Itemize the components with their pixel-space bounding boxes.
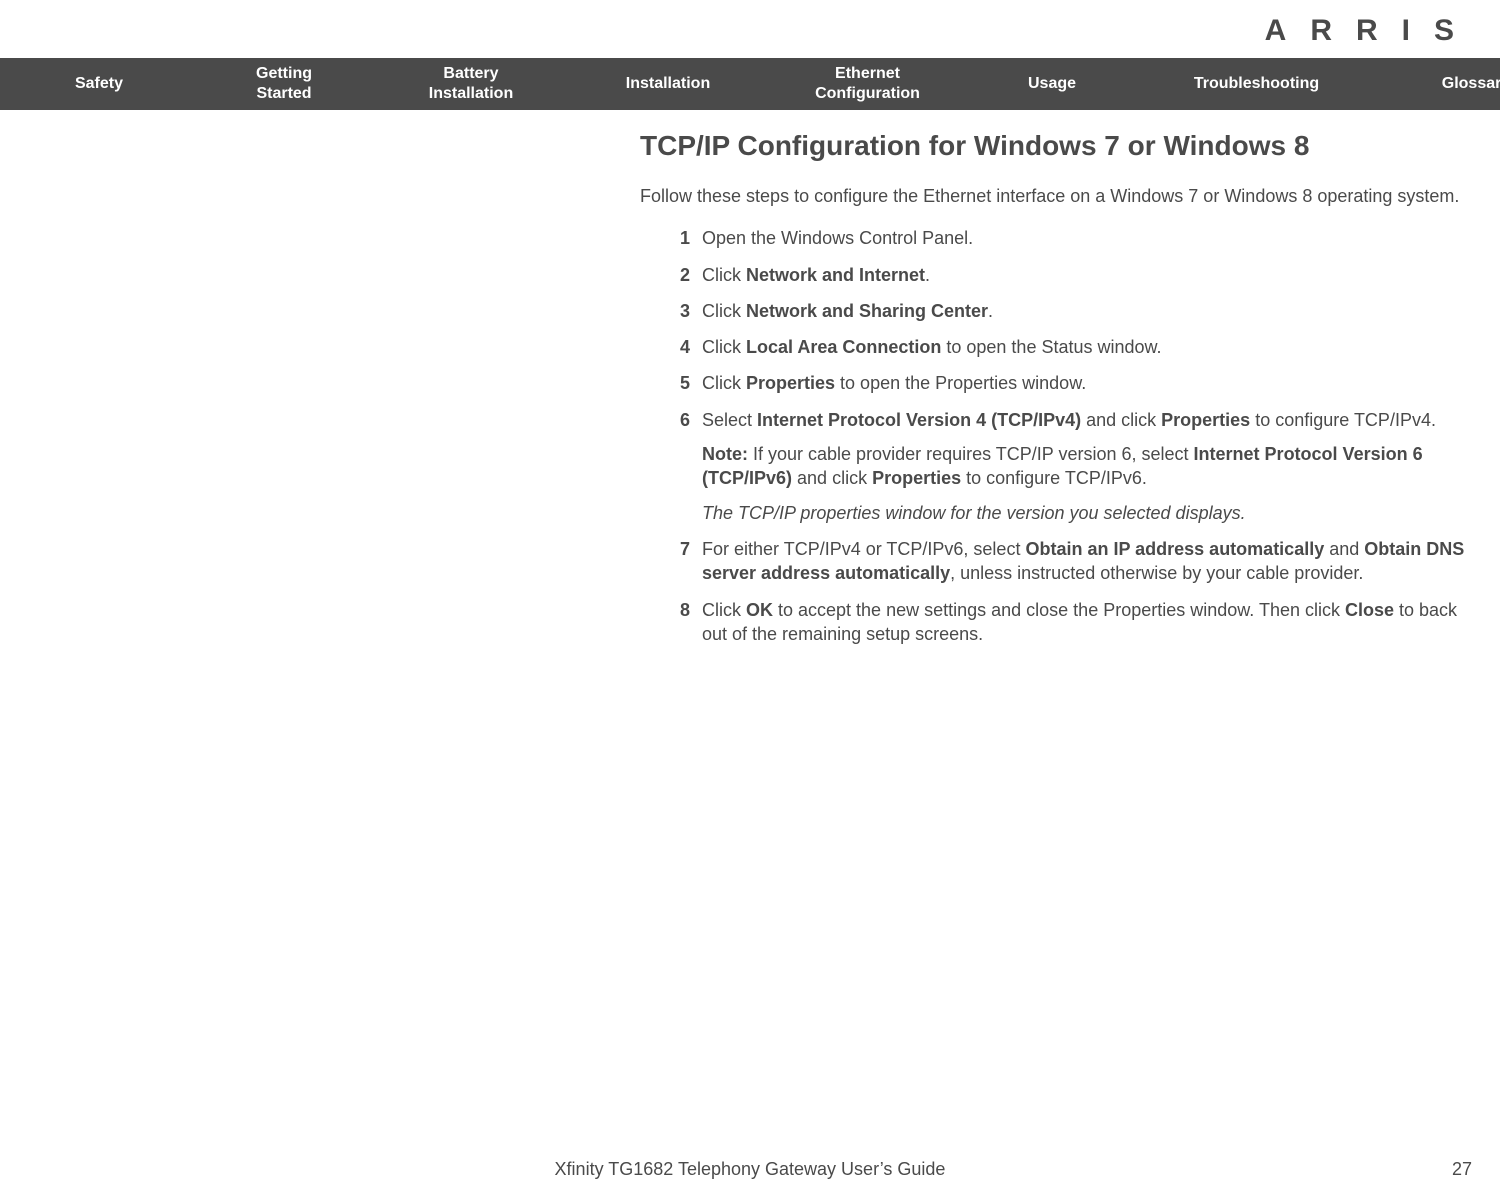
- page-heading: TCP/IP Configuration for Windows 7 or Wi…: [640, 130, 1475, 162]
- nav-ethernet-configuration[interactable]: Ethernet Configuration: [764, 64, 971, 104]
- step-5: Click Properties to open the Properties …: [640, 371, 1475, 395]
- nav-getting-started[interactable]: Getting Started: [198, 64, 370, 104]
- nav-safety[interactable]: Safety: [0, 74, 198, 94]
- step-3-bold-1: Network and Sharing Center: [746, 301, 988, 321]
- page-content: TCP/IP Configuration for Windows 7 or Wi…: [640, 130, 1475, 658]
- step-6-note-bold-2: Properties: [872, 468, 961, 488]
- step-8-bold-2: Close: [1345, 600, 1394, 620]
- top-nav: Safety Getting Started Battery Installat…: [0, 58, 1500, 110]
- step-6-result: The TCP/IP properties window for the ver…: [702, 501, 1475, 525]
- step-6-post: to configure TCP/IPv4.: [1250, 410, 1436, 430]
- step-2-post: .: [925, 265, 930, 285]
- step-6-note-mid: and click: [792, 468, 872, 488]
- step-3-post: .: [988, 301, 993, 321]
- footer-page-number: 27: [1452, 1159, 1472, 1180]
- step-7-mid: and: [1324, 539, 1364, 559]
- nav-usage[interactable]: Usage: [971, 74, 1133, 94]
- page-footer: Xfinity TG1682 Telephony Gateway User’s …: [0, 1159, 1500, 1187]
- step-5-post: to open the Properties window.: [835, 373, 1086, 393]
- step-4-post: to open the Status window.: [941, 337, 1161, 357]
- footer-doc-title: Xfinity TG1682 Telephony Gateway User’s …: [555, 1159, 946, 1180]
- step-7-pre: For either TCP/IPv4 or TCP/IPv6, select: [702, 539, 1025, 559]
- step-6: Select Internet Protocol Version 4 (TCP/…: [640, 408, 1475, 525]
- step-1-text: Open the Windows Control Panel.: [702, 228, 973, 248]
- step-8: Click OK to accept the new settings and …: [640, 598, 1475, 647]
- intro-paragraph: Follow these steps to configure the Ethe…: [640, 184, 1475, 208]
- step-2-bold-1: Network and Internet: [746, 265, 925, 285]
- step-4-pre: Click: [702, 337, 746, 357]
- nav-installation[interactable]: Installation: [572, 74, 764, 94]
- step-8-pre: Click: [702, 600, 746, 620]
- step-6-note-label: Note:: [702, 444, 748, 464]
- step-6-bold-1: Internet Protocol Version 4 (TCP/IPv4): [757, 410, 1081, 430]
- nav-glossary[interactable]: Glossary: [1380, 74, 1500, 94]
- step-7-post: , unless instructed otherwise by your ca…: [950, 563, 1363, 583]
- step-2-pre: Click: [702, 265, 746, 285]
- brand-logo: ARRIS: [1265, 14, 1478, 48]
- step-4-bold-1: Local Area Connection: [746, 337, 941, 357]
- step-7-bold-1: Obtain an IP address automatically: [1025, 539, 1324, 559]
- step-6-mid: and click: [1081, 410, 1161, 430]
- step-2: Click Network and Internet.: [640, 263, 1475, 287]
- nav-battery-installation[interactable]: Battery Installation: [370, 64, 572, 104]
- steps-list: Open the Windows Control Panel. Click Ne…: [640, 226, 1475, 646]
- step-6-pre: Select: [702, 410, 757, 430]
- step-5-pre: Click: [702, 373, 746, 393]
- step-6-bold-2: Properties: [1161, 410, 1250, 430]
- step-3-pre: Click: [702, 301, 746, 321]
- nav-troubleshooting[interactable]: Troubleshooting: [1133, 74, 1380, 94]
- step-6-note-post: to configure TCP/IPv6.: [961, 468, 1147, 488]
- step-7: For either TCP/IPv4 or TCP/IPv6, select …: [640, 537, 1475, 586]
- step-4: Click Local Area Connection to open the …: [640, 335, 1475, 359]
- step-8-mid: to accept the new settings and close the…: [773, 600, 1345, 620]
- step-3: Click Network and Sharing Center.: [640, 299, 1475, 323]
- step-6-note-pre: If your cable provider requires TCP/IP v…: [748, 444, 1194, 464]
- step-5-bold-1: Properties: [746, 373, 835, 393]
- step-6-note: Note: If your cable provider requires TC…: [702, 442, 1475, 491]
- step-1: Open the Windows Control Panel.: [640, 226, 1475, 250]
- step-8-bold-1: OK: [746, 600, 773, 620]
